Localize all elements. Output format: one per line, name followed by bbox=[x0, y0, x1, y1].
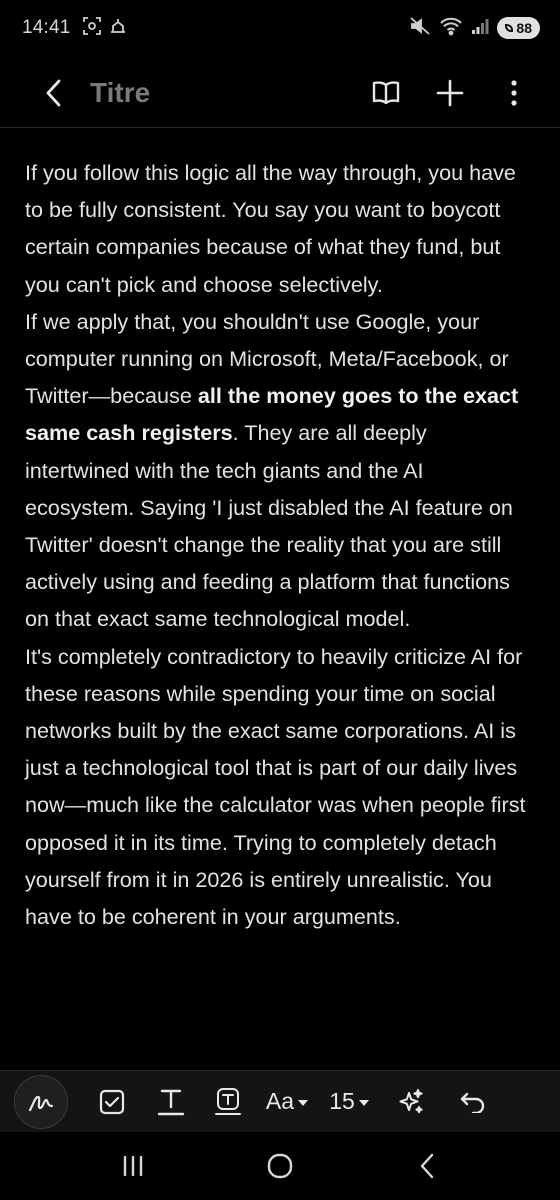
pen-mode-button[interactable] bbox=[14, 1074, 68, 1129]
paragraph-3: It's completely contradictory to heavily… bbox=[25, 638, 537, 936]
cast-icon bbox=[109, 17, 127, 40]
font-size-label: 15 bbox=[329, 1088, 355, 1114]
ai-sparkle-icon bbox=[399, 1088, 423, 1113]
recents-icon bbox=[124, 1155, 143, 1177]
paragraph-3-text: It's completely contradictory to heavily… bbox=[25, 643, 526, 930]
status-right-icons: 88 bbox=[409, 16, 540, 41]
caret-down-icon bbox=[358, 1099, 369, 1106]
book-icon bbox=[372, 80, 400, 104]
screenshot-icon bbox=[82, 16, 101, 40]
leaf-icon bbox=[505, 24, 514, 32]
plus-icon bbox=[436, 79, 464, 106]
back-icon bbox=[420, 1153, 433, 1179]
more-vert-icon bbox=[511, 79, 517, 106]
home-button[interactable] bbox=[250, 1141, 310, 1191]
system-navigation-bar bbox=[0, 1132, 560, 1200]
undo-icon bbox=[460, 1092, 485, 1113]
font-style-label: Aa bbox=[265, 1088, 295, 1114]
font-style-dropdown[interactable]: Aa bbox=[256, 1077, 318, 1127]
back-button[interactable] bbox=[34, 73, 74, 113]
paragraph-1: If you follow this logic all the way thr… bbox=[25, 154, 537, 303]
text-style-button[interactable] bbox=[142, 1077, 200, 1127]
checkbox-icon bbox=[99, 1089, 125, 1114]
system-back-button[interactable] bbox=[397, 1141, 457, 1191]
status-left-icons bbox=[82, 16, 127, 40]
add-button[interactable] bbox=[428, 71, 472, 115]
text-box-icon bbox=[215, 1087, 241, 1115]
caret-down-icon bbox=[298, 1099, 309, 1106]
font-size-dropdown[interactable]: 15 bbox=[318, 1077, 380, 1127]
paragraph-2-text-b: . They are all deeply intertwined with t… bbox=[25, 420, 513, 632]
app-bar: Titre bbox=[0, 58, 560, 128]
note-title[interactable]: Titre bbox=[90, 77, 150, 109]
home-icon bbox=[267, 1153, 293, 1179]
paragraph-1-text: If you follow this logic all the way thr… bbox=[25, 160, 516, 297]
text-box-button[interactable] bbox=[200, 1077, 256, 1127]
undo-button[interactable] bbox=[442, 1077, 504, 1127]
reading-mode-button[interactable] bbox=[364, 71, 408, 115]
chevron-left-icon bbox=[46, 79, 61, 106]
status-bar: 14:41 88 bbox=[0, 0, 560, 56]
text-style-icon bbox=[157, 1089, 185, 1115]
formatting-toolbar: Aa 15 bbox=[0, 1070, 560, 1132]
wifi-icon bbox=[439, 16, 463, 41]
pen-icon bbox=[28, 1095, 54, 1111]
checkbox-button[interactable] bbox=[82, 1077, 142, 1127]
note-body[interactable]: If you follow this logic all the way thr… bbox=[25, 154, 537, 935]
battery-level: 88 bbox=[516, 20, 532, 36]
signal-icon bbox=[471, 17, 489, 40]
mute-icon bbox=[409, 16, 431, 41]
app-bar-actions bbox=[364, 71, 536, 115]
recents-button[interactable] bbox=[103, 1141, 163, 1191]
paragraph-2: If we apply that, you shouldn't use Goog… bbox=[25, 303, 537, 638]
ai-assist-button[interactable] bbox=[380, 1077, 442, 1127]
status-time: 14:41 bbox=[22, 17, 71, 38]
battery-icon: 88 bbox=[497, 17, 540, 39]
more-options-button[interactable] bbox=[492, 71, 536, 115]
